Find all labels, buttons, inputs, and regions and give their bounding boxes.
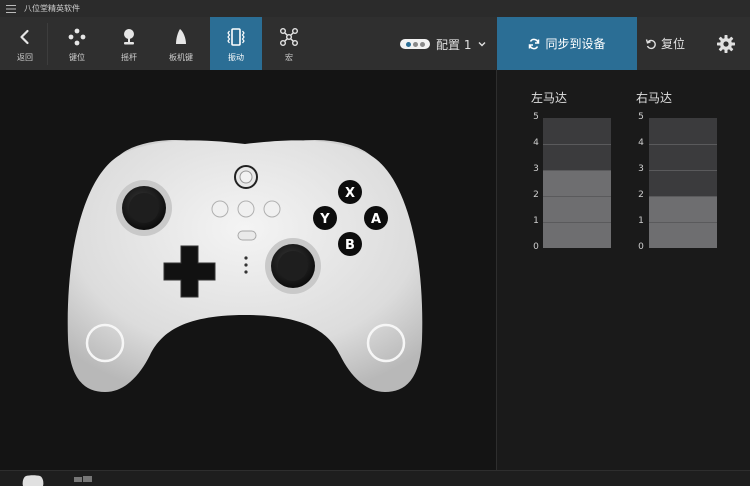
motor-level-segment[interactable]	[543, 144, 611, 170]
scale-tick-label: 0	[533, 242, 539, 252]
motor-level-segment[interactable]	[543, 222, 611, 248]
windows-icon	[74, 476, 92, 482]
tab-macro[interactable]: 宏	[264, 17, 314, 70]
motor-level-segment[interactable]	[543, 170, 611, 196]
vibration-panel: 左马达 右马达 5 4 3 2 1 0 5 4 3 2 1 0	[497, 70, 750, 470]
toolbar: 返回 键位 摇杆 板机键 振动 宏 配置 1 同步到设备 复位	[0, 17, 750, 70]
chevron-down-icon	[478, 42, 486, 47]
profile-label: 配置 1	[436, 37, 472, 52]
toolbar-divider	[47, 23, 48, 65]
chevron-left-icon	[20, 29, 29, 45]
tab-joystick[interactable]: 摇杆	[104, 17, 154, 70]
back-label: 返回	[17, 53, 33, 62]
scale-tick-label: 1	[533, 216, 539, 226]
sync-to-device-button[interactable]: 同步到设备	[497, 17, 637, 70]
scale-tick-label: 4	[533, 138, 539, 148]
tab-trigger[interactable]: 板机键	[156, 17, 206, 70]
tab-keys[interactable]: 键位	[52, 17, 102, 70]
button-y-label: Y	[319, 212, 330, 227]
motor-level-segment[interactable]	[543, 118, 611, 144]
motor-level-segment[interactable]	[649, 144, 717, 170]
motor-level-segment[interactable]	[649, 170, 717, 196]
scale-tick-label: 2	[638, 190, 644, 200]
dpad-buttons-icon	[68, 28, 86, 46]
controller-image: X Y A B	[67, 140, 423, 392]
motor-level-segment[interactable]	[543, 196, 611, 222]
undo-icon	[645, 38, 656, 49]
macro-icon	[280, 28, 298, 46]
tab-joystick-label: 摇杆	[121, 53, 137, 62]
scale-tick-label: 5	[533, 112, 539, 122]
reset-label: 复位	[661, 37, 686, 51]
profile-dots-icon	[400, 39, 430, 49]
reset-button[interactable]: 复位	[645, 17, 705, 70]
vibration-icon	[227, 28, 245, 46]
sync-icon	[529, 38, 540, 49]
button-b-label: B	[345, 238, 355, 253]
menu-icon[interactable]	[6, 4, 16, 13]
tab-vibration[interactable]: 振动	[210, 17, 262, 70]
tab-keys-label: 键位	[69, 53, 85, 62]
left-motor-title: 左马达	[531, 91, 568, 105]
title-bar: 八位堂精英软件	[0, 0, 750, 17]
button-a-label: A	[371, 212, 381, 227]
tab-vibration-label: 振动	[228, 53, 244, 62]
main-area: X Y A B	[0, 70, 496, 470]
gear-icon[interactable]	[716, 34, 736, 54]
tab-macro-label: 宏	[285, 53, 293, 62]
window-title: 八位堂精英软件	[24, 4, 80, 13]
scale-tick-label: 0	[638, 242, 644, 252]
trigger-icon	[176, 29, 186, 44]
button-x-label: X	[345, 186, 355, 201]
profile-selector[interactable]: 配置 1	[400, 34, 487, 54]
motor-level-segment[interactable]	[649, 118, 717, 144]
tab-trigger-label: 板机键	[169, 53, 193, 62]
scale-tick-label: 1	[638, 216, 644, 226]
status-bar	[0, 470, 750, 486]
right-motor-title: 右马达	[636, 91, 673, 105]
scale-tick-label: 5	[638, 112, 644, 122]
sync-label: 同步到设备	[545, 37, 606, 51]
gamepad-icon	[22, 475, 44, 486]
scale-tick-label: 3	[638, 164, 644, 174]
scale-tick-label: 2	[533, 190, 539, 200]
scale-tick-label: 3	[533, 164, 539, 174]
back-button[interactable]: 返回	[0, 17, 50, 70]
motor-level-segment[interactable]	[649, 196, 717, 222]
joystick-icon	[124, 29, 134, 45]
motor-level-segment[interactable]	[649, 222, 717, 248]
scale-tick-label: 4	[638, 138, 644, 148]
